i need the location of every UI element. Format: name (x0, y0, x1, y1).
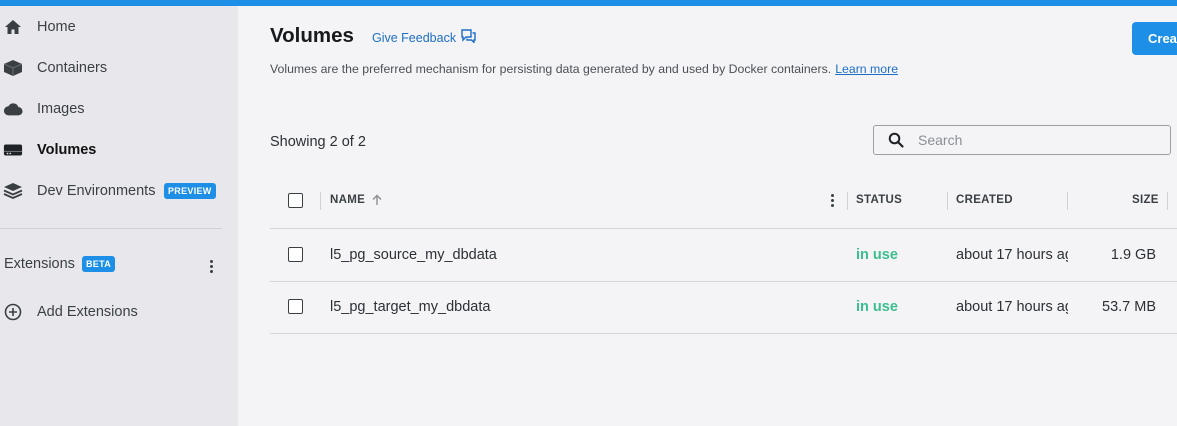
showing-count: Showing 2 of 2 (270, 134, 366, 150)
table-row[interactable]: l5_pg_source_my_dbdata in use about 17 h… (270, 229, 1177, 282)
volume-name[interactable]: l5_pg_target_my_dbdata (330, 299, 490, 315)
column-divider (320, 192, 321, 210)
extensions-label: Extensions (4, 256, 75, 272)
add-extensions-button[interactable]: Add Extensions (0, 296, 238, 330)
sort-ascending-icon (372, 194, 382, 205)
add-extensions-label: Add Extensions (37, 304, 138, 320)
plus-circle-icon (3, 302, 23, 327)
search-box (873, 125, 1171, 155)
feedback-icon (461, 29, 476, 46)
column-divider (947, 192, 948, 210)
page-description: Volumes are the preferred mechanism for … (270, 62, 898, 76)
learn-more-link[interactable]: Learn more (835, 62, 898, 76)
dev-environments-icon (3, 181, 23, 201)
sidebar-item-label: Containers (37, 60, 108, 76)
description-text: Volumes are the preferred mechanism for … (270, 62, 832, 76)
home-icon (3, 17, 23, 37)
row-checkbox[interactable] (288, 247, 303, 262)
sidebar-item-images[interactable]: Images (0, 91, 238, 127)
search-icon (888, 131, 906, 149)
column-header-status[interactable]: STATUS (856, 194, 902, 206)
column-name-label: NAME (330, 194, 366, 206)
sidebar-item-containers[interactable]: Containers (0, 50, 238, 86)
column-divider (1167, 192, 1168, 210)
cloud-icon (3, 99, 23, 119)
column-divider (1067, 192, 1068, 210)
status-badge: in use (856, 299, 898, 315)
table-header: NAME STATUS CREATED SIZE (270, 176, 1177, 229)
volume-size: 53.7 MB (1102, 299, 1156, 315)
search-input[interactable] (916, 131, 1160, 149)
sidebar-item-volumes[interactable]: Volumes (0, 132, 238, 168)
give-feedback-label: Give Feedback (372, 30, 457, 45)
column-header-created[interactable]: CREATED (956, 194, 1013, 206)
page-title: Volumes (270, 24, 354, 47)
column-divider (847, 192, 848, 210)
column-options-icon[interactable] (825, 190, 839, 210)
volume-size: 1.9 GB (1110, 247, 1156, 263)
table-row[interactable]: l5_pg_target_my_dbdata in use about 17 h… (270, 281, 1177, 334)
volume-name[interactable]: l5_pg_source_my_dbdata (330, 247, 497, 263)
preview-badge: PREVIEW (164, 183, 216, 199)
containers-icon (3, 58, 23, 78)
sidebar-item-dev-environments[interactable]: Dev Environments PREVIEW (0, 173, 238, 209)
sidebar-item-label: Home (37, 19, 76, 35)
column-header-name[interactable]: NAME (330, 194, 383, 206)
sidebar-divider (0, 228, 222, 229)
row-checkbox[interactable] (288, 299, 303, 314)
create-button[interactable]: Create (1132, 22, 1177, 55)
created-time: about 17 hours ago (956, 299, 1068, 315)
sidebar: Home Containers Images Volumes Dev Envir… (0, 6, 238, 426)
created-time: about 17 hours ago (956, 247, 1068, 263)
give-feedback-link[interactable]: Give Feedback (372, 29, 476, 46)
select-all-checkbox[interactable] (288, 193, 303, 208)
sidebar-item-label: Images (37, 101, 85, 117)
sidebar-item-label: Dev Environments (37, 183, 156, 199)
extensions-section-header: Extensions BETA (0, 248, 230, 282)
volume-icon (3, 140, 23, 160)
column-header-size[interactable]: SIZE (1132, 194, 1159, 206)
beta-badge: BETA (82, 256, 116, 272)
extensions-more-icon[interactable] (204, 256, 218, 276)
status-badge: in use (856, 247, 898, 263)
sidebar-item-home[interactable]: Home (0, 9, 238, 45)
sidebar-item-label: Volumes (37, 142, 97, 158)
